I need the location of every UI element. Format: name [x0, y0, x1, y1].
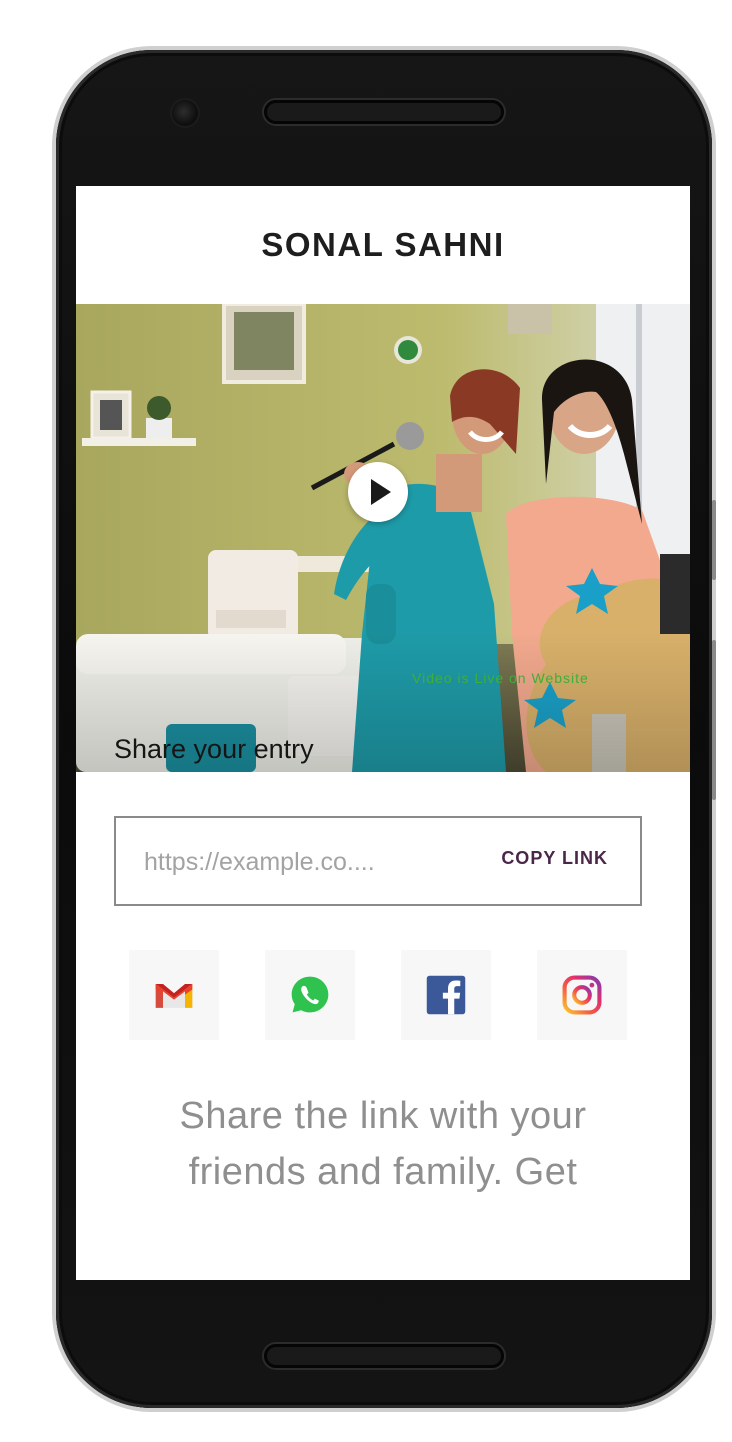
- whatsapp-share-button[interactable]: [265, 950, 355, 1040]
- volume-button: [712, 500, 716, 580]
- power-button: [712, 640, 716, 800]
- facebook-share-button[interactable]: [401, 950, 491, 1040]
- app-screen: SONAL SAHNI Video is Live on Website Sha…: [76, 186, 690, 1280]
- top-speaker: [264, 100, 504, 124]
- instagram-icon: [562, 975, 602, 1015]
- facebook-icon: [426, 975, 466, 1015]
- video-status-text: Video is Live on Website: [412, 670, 589, 686]
- whatsapp-icon: [291, 976, 329, 1013]
- gmail-share-button[interactable]: [129, 950, 219, 1040]
- social-share-row: [129, 950, 627, 1040]
- video-thumbnail: [76, 304, 690, 772]
- bottom-speaker: [264, 1344, 504, 1368]
- share-link-input[interactable]: [142, 842, 446, 882]
- page-title: SONAL SAHNI: [261, 226, 505, 263]
- instagram-share-button[interactable]: [537, 950, 627, 1040]
- copy-link-button[interactable]: COPY LINK: [501, 848, 608, 869]
- play-button[interactable]: [348, 462, 408, 522]
- share-entry-caption: Share your entry: [114, 734, 314, 764]
- front-camera: [172, 100, 198, 126]
- gmail-icon: [155, 984, 193, 1008]
- share-instructions: Share the link with your friends and fam…: [179, 1095, 587, 1193]
- share-link-box: COPY LINK: [114, 816, 642, 906]
- play-icon: [371, 479, 391, 505]
- video-player[interactable]: Video is Live on Website Share your entr…: [76, 304, 690, 772]
